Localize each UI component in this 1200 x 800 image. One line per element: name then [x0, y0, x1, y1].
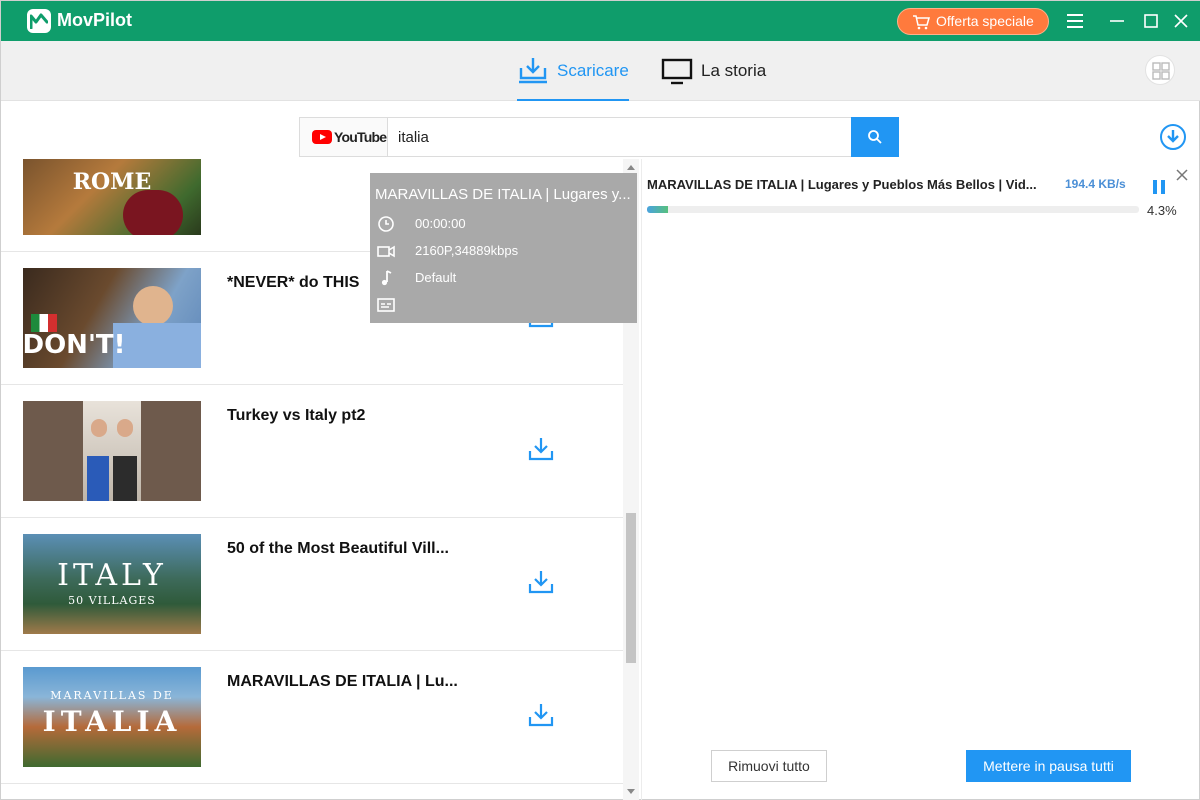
thumbnail-text: ROME [72, 169, 152, 195]
scrollbar-thumb[interactable] [626, 513, 636, 663]
download-icon[interactable] [527, 435, 555, 463]
download-queue-icon[interactable] [1159, 123, 1187, 151]
special-offer-label: Offerta speciale [936, 13, 1034, 29]
download-progress-fill [647, 206, 669, 213]
download-progress-bar [647, 206, 1139, 213]
tooltip-duration-row: 00:00:00 [370, 213, 637, 235]
clock-icon [378, 216, 394, 232]
remove-all-button[interactable]: Rimuovi tutto [711, 750, 827, 782]
video-title[interactable]: MARAVILLAS DE ITALIA | Lu... [227, 673, 458, 691]
platform-selector[interactable]: YouTube [300, 118, 388, 156]
tab-download-label: Scaricare [557, 61, 629, 80]
list-item: MARAVILLAS DE ITALIA MARAVILLAS DE ITALI… [1, 651, 623, 784]
thumbnail-text: DON'T! [23, 330, 126, 360]
search-icon [868, 130, 882, 144]
thumbnail-subtext: 50 VILLAGES [68, 594, 156, 607]
video-camera-icon [377, 245, 395, 258]
title-bar: MovPilot Offerta speciale [1, 1, 1200, 41]
monitor-icon [661, 58, 693, 85]
download-panel: MARAVILLAS DE ITALIA | Lugares y Pueblos… [641, 159, 1200, 800]
list-item: ITALY 50 VILLAGES 50 of the Most Beautif… [1, 518, 623, 651]
video-info-tooltip: MARAVILLAS DE ITALIA | Lugares y... 00:0… [370, 173, 637, 323]
app-logo-icon [27, 9, 51, 33]
video-title[interactable]: Turkey vs Italy pt2 [227, 407, 365, 425]
video-thumbnail: DON'T! [23, 268, 201, 368]
minimize-icon[interactable] [1107, 11, 1127, 31]
video-thumbnail: ROME [23, 159, 201, 235]
tooltip-audio-row: Default [370, 267, 637, 289]
music-note-icon [381, 270, 392, 286]
pause-all-button[interactable]: Mettere in pausa tutti [966, 750, 1131, 782]
tooltip-video-row: 2160P,34889kbps [370, 240, 637, 262]
video-title[interactable]: 50 of the Most Beautiful Vill... [227, 540, 449, 558]
menu-icon[interactable] [1065, 11, 1085, 31]
special-offer-button[interactable]: Offerta speciale [897, 8, 1049, 35]
search-bar: YouTube [299, 117, 899, 157]
tooltip-video: 2160P,34889kbps [415, 243, 519, 258]
app-name: MovPilot [57, 10, 132, 30]
close-icon[interactable] [1174, 167, 1190, 183]
scroll-up-icon[interactable] [627, 165, 635, 170]
video-title[interactable]: *NEVER* do THIS [227, 274, 359, 292]
maximize-icon[interactable] [1141, 11, 1161, 31]
download-icon[interactable] [527, 568, 555, 596]
search-input[interactable] [388, 118, 850, 156]
nav-bar: Scaricare La storia [1, 41, 1200, 101]
thumbnail-subtext: MARAVILLAS DE [50, 689, 174, 702]
video-thumbnail: MARAVILLAS DE ITALIA [23, 667, 201, 767]
tab-history-label: La storia [701, 61, 767, 80]
scroll-down-icon[interactable] [627, 789, 635, 794]
youtube-icon [312, 130, 332, 144]
video-thumbnail: ITALY 50 VILLAGES [23, 534, 201, 634]
cart-icon [913, 15, 930, 30]
tab-download[interactable]: Scaricare [517, 41, 629, 101]
app-window: MovPilot Offerta speciale Scaricare La s… [0, 0, 1200, 800]
platform-label: YouTube [334, 129, 387, 145]
tooltip-subtitle-row [370, 294, 637, 316]
tooltip-duration: 00:00:00 [415, 216, 466, 231]
grid-view-button[interactable] [1145, 55, 1175, 85]
list-item: Turkey vs Italy pt2 [1, 385, 623, 518]
download-icon[interactable] [527, 701, 555, 729]
subtitles-icon [377, 298, 395, 312]
thumbnail-text: ITALIA [42, 705, 182, 738]
video-thumbnail [23, 401, 201, 501]
close-window-icon[interactable] [1171, 11, 1191, 31]
tab-history[interactable]: La storia [661, 41, 781, 101]
tooltip-audio: Default [415, 270, 457, 285]
download-title: MARAVILLAS DE ITALIA | Lugares y Pueblos… [647, 177, 1037, 192]
tooltip-title: MARAVILLAS DE ITALIA | Lugares y... [375, 186, 631, 203]
download-percent: 4.3% [1147, 203, 1177, 218]
search-button[interactable] [851, 117, 899, 157]
download-tray-icon [519, 58, 547, 84]
download-speed: 194.4 KB/s [1065, 177, 1126, 191]
thumbnail-text: ITALY [57, 558, 167, 593]
pause-icon[interactable] [1152, 179, 1166, 195]
grid-icon [1152, 62, 1170, 80]
